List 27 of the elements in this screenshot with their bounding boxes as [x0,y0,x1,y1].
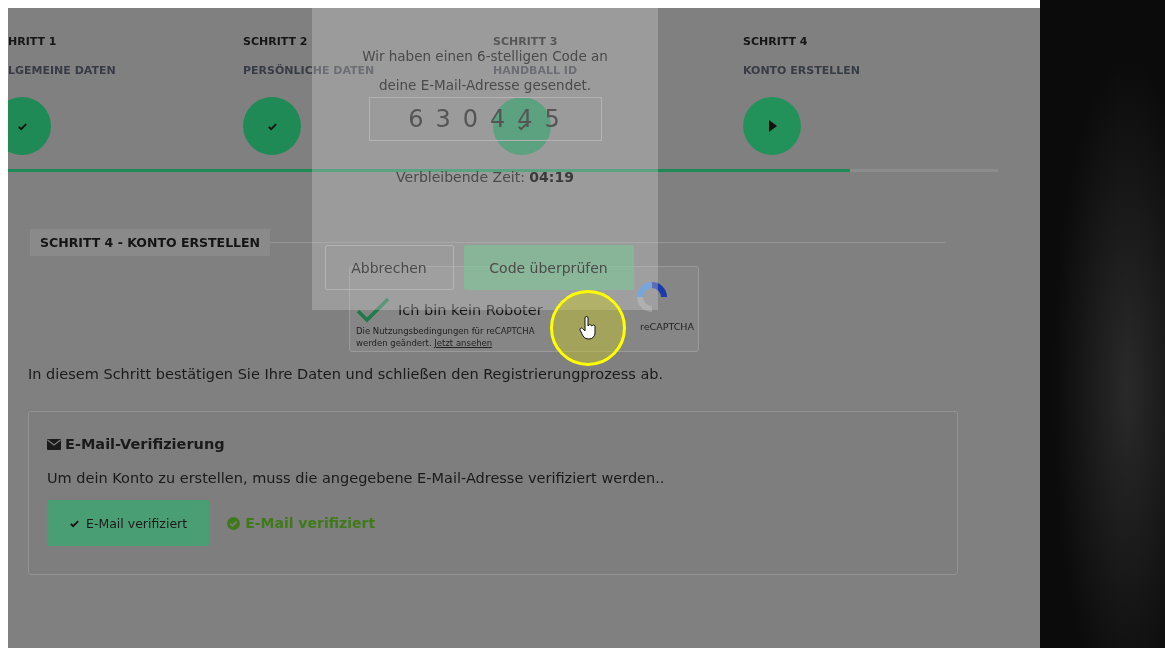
section-title: SCHRITT 4 - KONTO ERSTELLEN [30,229,271,256]
terms-link[interactable]: Jetzt ansehen [434,338,493,348]
hand-cursor-icon [579,316,597,340]
step-subtitle: LGEMEINE DATEN [8,64,116,77]
step-title: SCHRITT 2 [243,35,308,48]
recaptcha-brand: reCAPTCHA [640,321,694,332]
verification-status: E-Mail verifiziert [227,515,376,531]
play-icon [767,120,777,132]
verify-code-button[interactable]: Code überprüfen [463,245,634,290]
step-subtitle: KONTO ERSTELLEN [743,64,860,77]
recaptcha-label: Ich bin kein Roboter [398,302,543,318]
terms-notice: Die Nutzungsbedingungen für reCAPTCHA werden geändert. Jetzt ansehen [356,325,535,349]
check-circle-icon [227,516,241,530]
step-title: HRITT 1 [8,35,57,48]
recaptcha-logo-icon [634,279,670,315]
card-text: Um dein Konto zu erstellen, muss die angegebene E-Mail-Adresse verifiziert werden.. [47,470,666,486]
step-title: SCHRITT 4 [743,35,808,48]
dialog-message: Wir haben einen 6-stelligen Code an [362,49,608,63]
card-title: E-Mail-Verifizierung [65,436,225,452]
verify-email-button[interactable]: E-Mail verifiziert [47,500,210,546]
envelope-icon [47,438,61,450]
dialog-message: deine E-Mail-Adresse gesendet. [378,78,592,92]
step-title: SCHRITT 3 [493,35,558,48]
remaining-time: Verbleibende Zeit: 04:19 [396,169,574,185]
cancel-button[interactable]: Abbrechen [324,245,454,290]
check-icon[interactable] [356,297,390,323]
intro-text: In diesem Schritt bestätigen Sie Ihre Daten und schließen den Registrierungprozess ab. [28,366,665,382]
